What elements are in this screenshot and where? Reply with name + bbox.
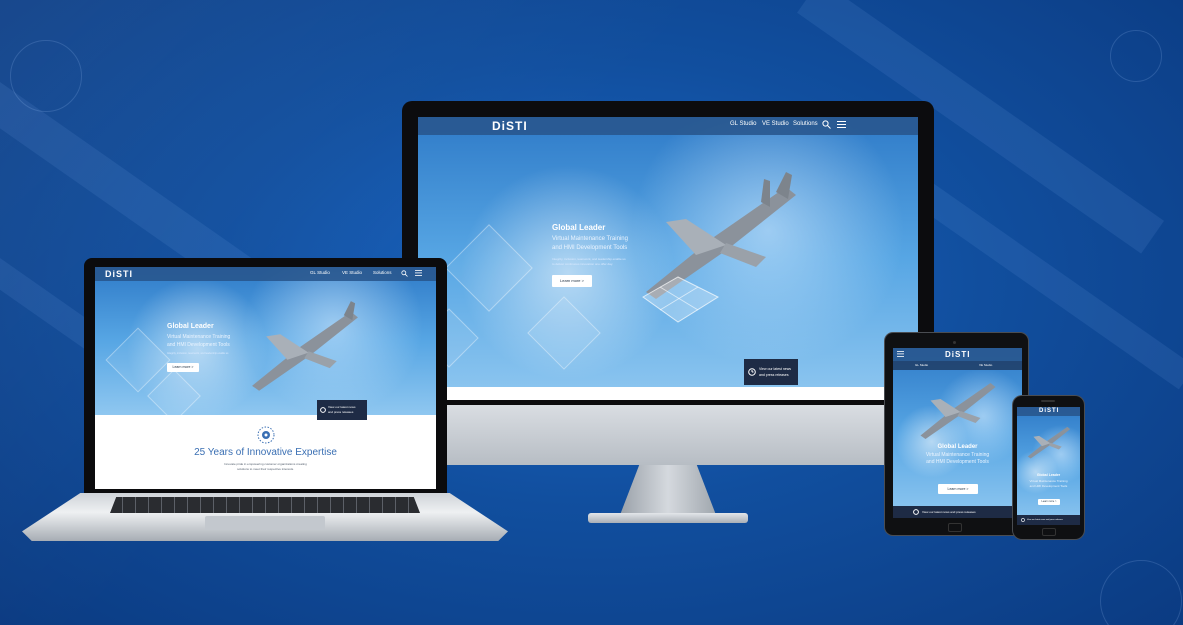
tablet-website-screen: DiSTI GL Studio VE Studio Global Leader … <box>893 348 1022 518</box>
site-navbar: DiSTI <box>893 348 1022 361</box>
hero-title: Global Leader <box>937 444 978 450</box>
laptop-keyboard <box>110 497 420 513</box>
hero-subtitle-line2: and HMI Development Tools <box>552 245 628 251</box>
news-banner-line2: and press releases <box>759 373 789 377</box>
news-banner[interactable]: View our latest news and press releases <box>317 400 367 420</box>
fighter-jet-image <box>920 383 996 439</box>
background-ring <box>1100 560 1182 625</box>
learn-more-button[interactable]: Learn more > <box>938 484 978 494</box>
hero-subtitle-line1: Virtual Maintenance Training <box>552 236 628 242</box>
nav-item-ve-studio[interactable]: VE Studio <box>762 121 789 127</box>
news-banner[interactable]: View our latest news and press releases <box>893 506 1022 518</box>
holographic-grid <box>642 276 720 323</box>
desktop-website-screen: DiSTI GL Studio VE Studio Solutions Glob… <box>418 117 918 400</box>
phone-website-screen: DiSTI Global Leader Virtual Maintenance … <box>1017 407 1080 525</box>
showcase-background: DiSTI GL Studio VE Studio Solutions Glob… <box>0 0 1183 625</box>
about-body-line1: Innovate pride in empowering customer or… <box>224 462 307 466</box>
laptop-hero <box>95 267 436 415</box>
hero-subtitle-line1: Virtual Maintenance Training <box>1029 479 1068 483</box>
hero-title: Global Leader <box>167 323 214 330</box>
nav-item-ve-studio[interactable]: VE Studio <box>979 363 992 367</box>
phone-home-button[interactable] <box>1042 528 1056 536</box>
hero-title: Global Leader <box>1036 473 1061 477</box>
hero-subtitle-line2: and HMI Development Tools <box>167 342 230 348</box>
site-logo[interactable]: DiSTI <box>945 350 970 359</box>
laptop-trackpad <box>205 516 325 530</box>
monitor-chin <box>402 405 934 465</box>
nav-item-ve-studio[interactable]: VE Studio <box>342 270 362 275</box>
about-heading: 25 Years of Innovative Expertise <box>194 447 337 458</box>
clock-icon <box>748 368 756 376</box>
learn-more-button[interactable]: Learn more > <box>167 363 199 372</box>
clock-icon <box>913 509 919 515</box>
nav-item-solutions[interactable]: Solutions <box>373 270 392 275</box>
site-logo[interactable]: DiSTI <box>105 269 133 279</box>
news-banner-line2: and press releases <box>328 410 354 414</box>
hamburger-menu-icon[interactable] <box>897 351 904 357</box>
search-icon[interactable] <box>401 270 408 277</box>
laptop-website-screen: DiSTI GL Studio VE Studio Solutions Glob… <box>95 267 436 489</box>
hero-subtitle-line1: Virtual Maintenance Training <box>167 334 231 340</box>
anniversary-badge-icon <box>257 426 275 444</box>
about-body-line2: solutions to meet their respective inter… <box>237 467 294 471</box>
news-banner[interactable]: View our latest news and press releases <box>744 359 798 385</box>
hamburger-menu-icon[interactable] <box>837 121 846 129</box>
nav-item-gl-studio[interactable]: GL Studio <box>310 270 330 275</box>
background-ring <box>1110 30 1162 82</box>
hero-subtitle-line2: and HMI Development Tools <box>1029 484 1068 488</box>
hamburger-menu-icon[interactable] <box>415 270 422 276</box>
clock-icon <box>320 407 326 413</box>
learn-more-button[interactable]: Learn more > <box>552 275 592 287</box>
site-navbar: DiSTI GL Studio VE Studio Solutions <box>95 267 436 281</box>
learn-more-button[interactable]: Learn more > <box>1038 499 1060 505</box>
nav-item-solutions[interactable]: Solutions <box>793 121 818 127</box>
fighter-jet-image <box>1027 426 1071 459</box>
hero-body-line2: to deliver continuous innovation one off… <box>552 262 613 266</box>
clock-icon <box>1021 518 1025 522</box>
tablet-camera <box>953 341 956 344</box>
hero-title: Global Leader <box>552 223 606 232</box>
hero-subtitle-line1: Virtual Maintenance Training <box>925 452 990 458</box>
news-banner-text: View our latest news and press releases <box>1027 519 1063 521</box>
carousel-dots[interactable] <box>661 391 685 400</box>
background-ring <box>10 40 82 112</box>
news-banner-text: View our latest news and press releases <box>922 510 976 514</box>
tablet-subnav: GL Studio VE Studio <box>893 361 1022 370</box>
news-banner[interactable]: View our latest news and press releases <box>1017 515 1080 525</box>
nav-item-gl-studio[interactable]: GL Studio <box>915 363 928 367</box>
hero-subtitle-line2: and HMI Development Tools <box>926 459 989 465</box>
tablet-home-button[interactable] <box>948 523 962 532</box>
site-navbar: DiSTI <box>1017 407 1080 416</box>
search-icon[interactable] <box>822 120 831 129</box>
fighter-jet-image <box>252 301 358 391</box>
monitor-base <box>588 513 748 523</box>
nav-item-gl-studio[interactable]: GL Studio <box>730 121 756 127</box>
site-logo[interactable]: DiSTI <box>1039 408 1059 414</box>
site-logo[interactable]: DiSTI <box>492 119 528 133</box>
page-content-strip <box>418 387 918 400</box>
hero-body-line1: Integrity, inclusion, teamwork, and lead… <box>552 257 626 261</box>
site-navbar: DiSTI GL Studio VE Studio Solutions <box>418 117 918 135</box>
hero-body-line1: Integrity, inclusion, teamwork, and lead… <box>167 352 229 355</box>
monitor-stand <box>620 465 716 515</box>
phone-speaker <box>1041 400 1055 402</box>
